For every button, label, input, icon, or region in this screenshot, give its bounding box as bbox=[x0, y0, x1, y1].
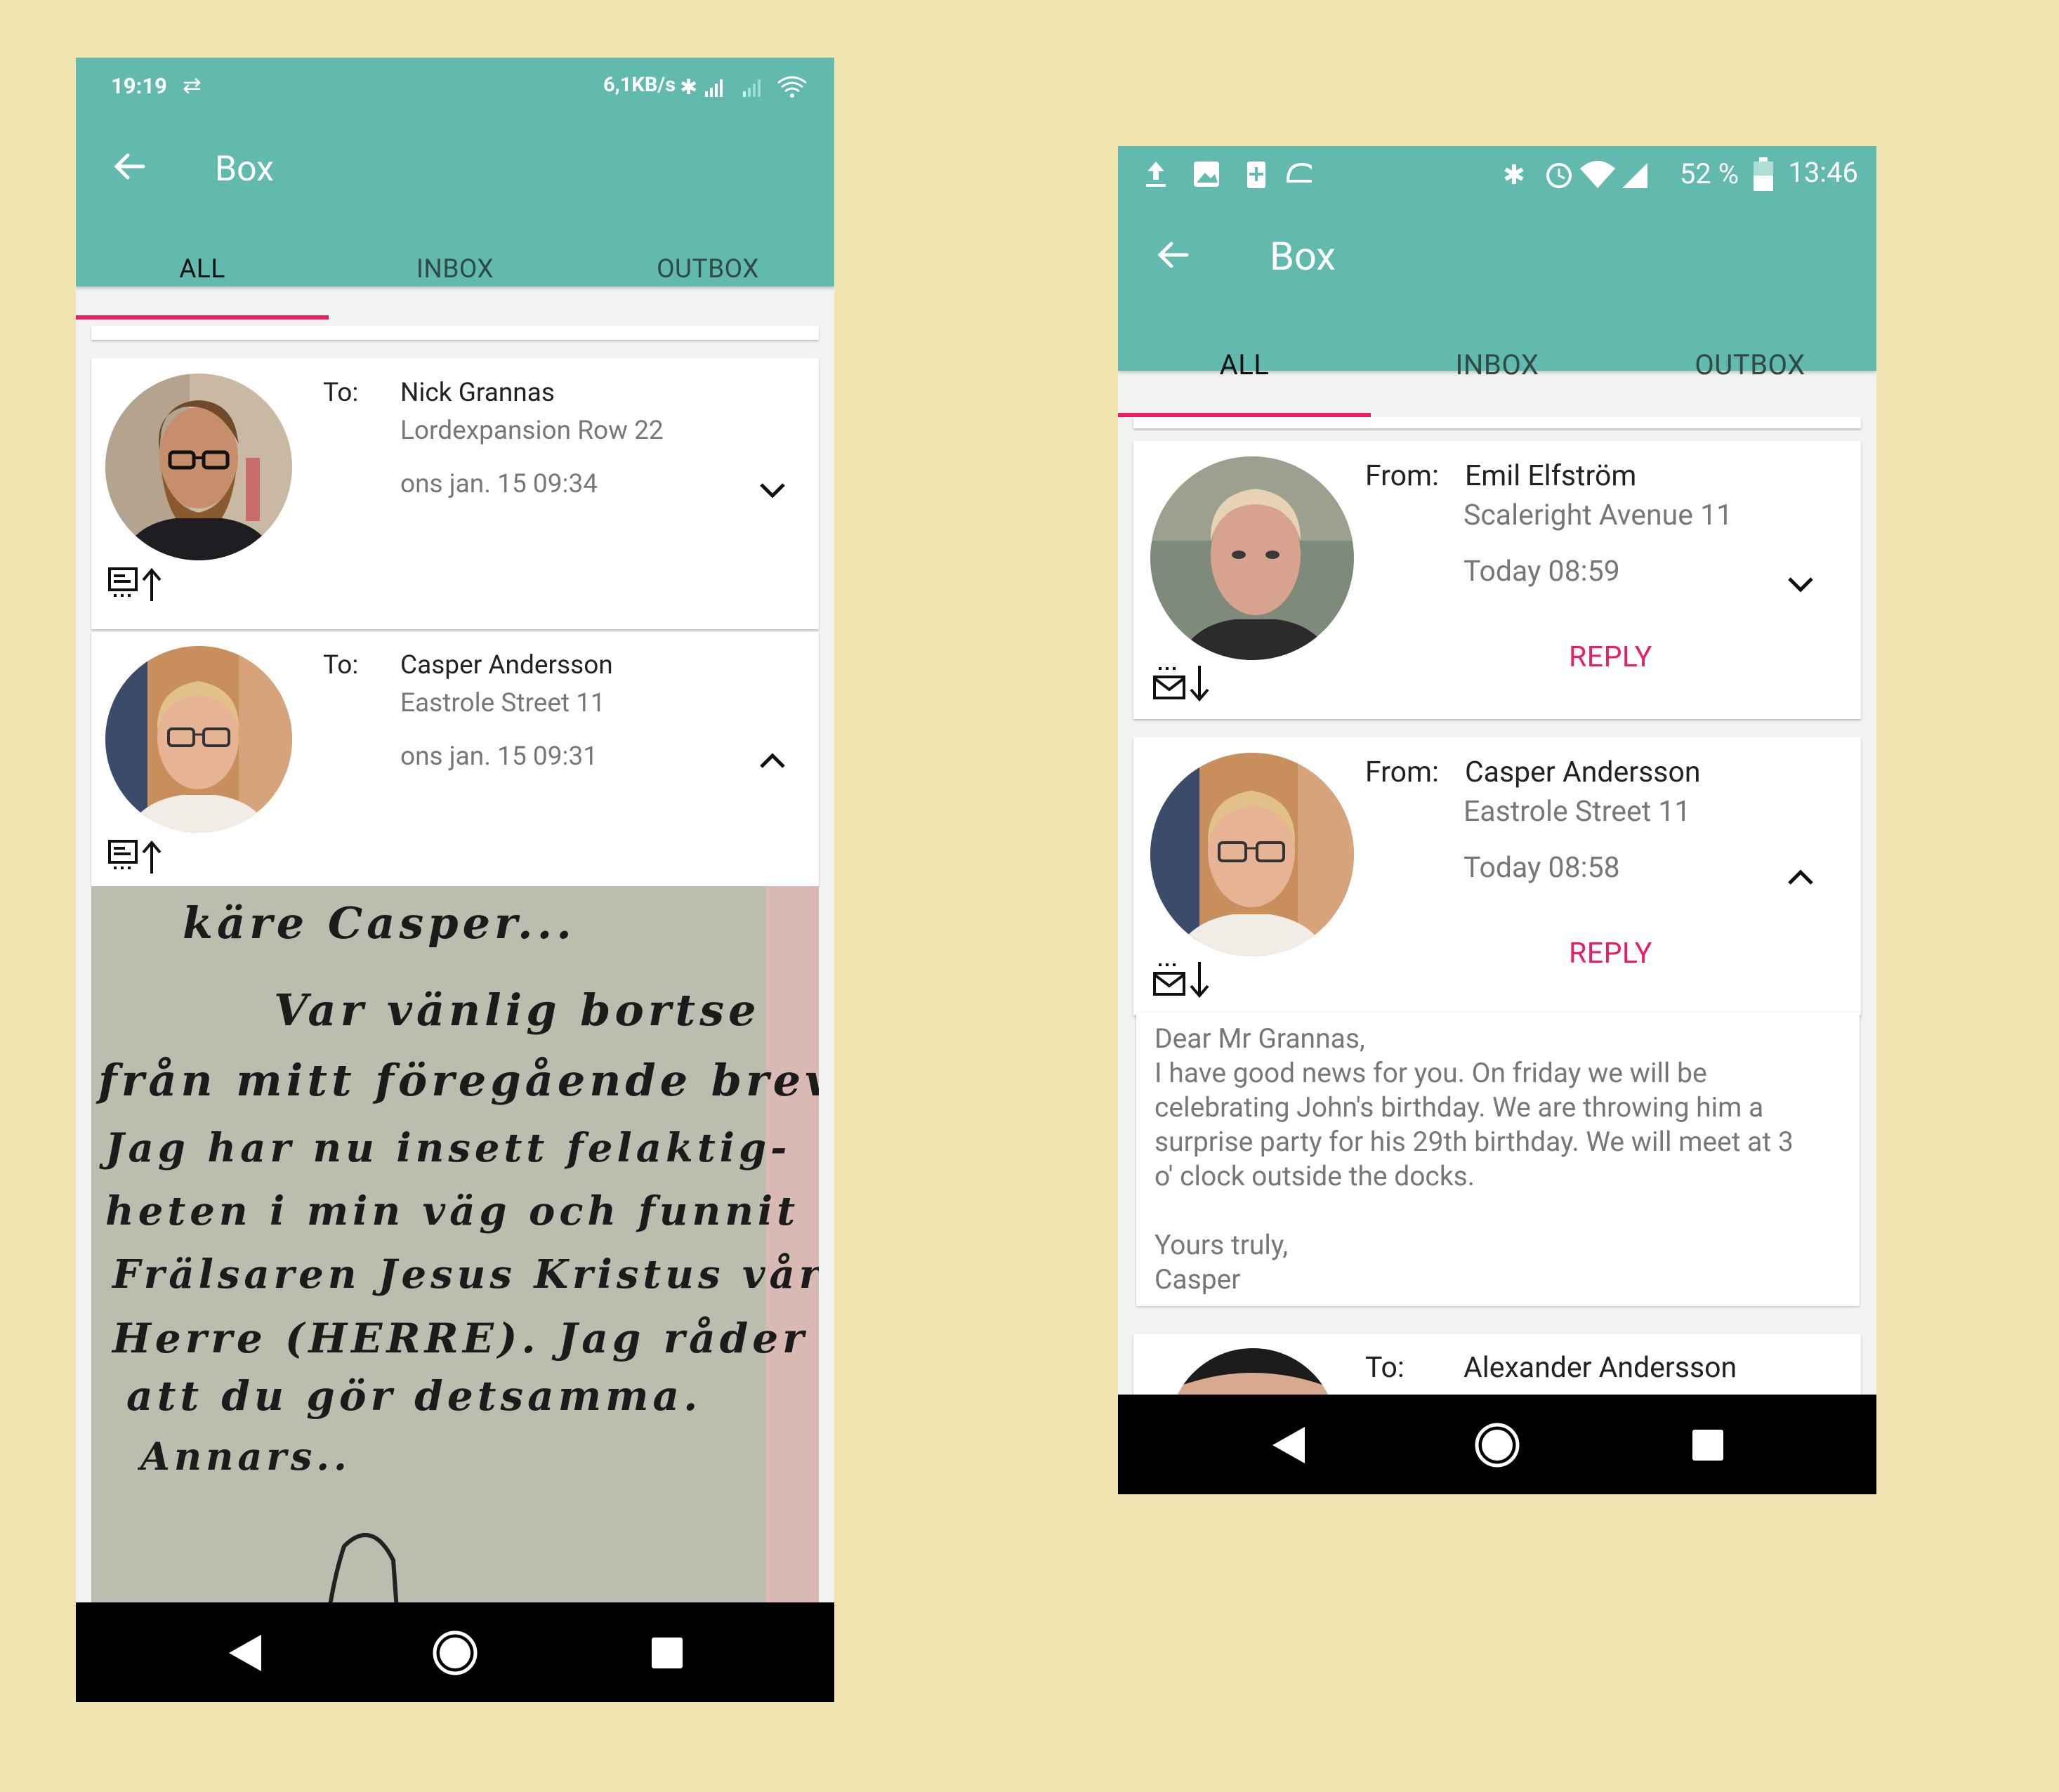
page-title: Box bbox=[215, 149, 274, 190]
home-nav-icon[interactable] bbox=[1473, 1421, 1521, 1469]
letter-line: Jag har nu insett felaktig- bbox=[105, 1125, 791, 1171]
back-arrow-icon[interactable] bbox=[1155, 236, 1192, 274]
chevron-up-icon[interactable] bbox=[758, 753, 787, 771]
direction-label: From: bbox=[1365, 756, 1439, 789]
message-line: Yours truly, bbox=[1155, 1229, 1288, 1261]
list-item[interactable]: From: Casper Andersson Eastrole Street 1… bbox=[1133, 737, 1861, 1015]
message-body: Dear Mr Grannas, I have good news for yo… bbox=[1136, 1013, 1860, 1306]
avatar bbox=[105, 374, 292, 560]
message-date: ons jan. 15 09:31 bbox=[400, 742, 598, 772]
letter-line: Herre (HERRE). Jag råder bbox=[112, 1315, 808, 1362]
sender-name: Casper Andersson bbox=[1465, 756, 1701, 789]
message-line: Casper bbox=[1155, 1263, 1241, 1296]
message-date: Today 08:58 bbox=[1463, 851, 1620, 885]
recents-nav-icon[interactable] bbox=[650, 1636, 684, 1670]
battery-icon bbox=[1754, 157, 1773, 191]
notification-icons bbox=[1146, 162, 1312, 188]
message-line: I have good news for you. On friday we w… bbox=[1155, 1057, 1707, 1089]
avatar bbox=[1150, 456, 1354, 660]
avatar bbox=[105, 646, 292, 833]
navigation-bar bbox=[1118, 1395, 1876, 1494]
chevron-down-icon[interactable] bbox=[758, 480, 787, 499]
sender-address: Eastrole Street 11 bbox=[1463, 795, 1691, 829]
signal-wifi-icons: ✱ bbox=[680, 75, 806, 100]
message-line: celebrating John's birthday. We are thro… bbox=[1155, 1091, 1764, 1124]
svg-text:✱: ✱ bbox=[680, 75, 697, 100]
status-time: 13:46 bbox=[1788, 156, 1858, 189]
direction-label: From: bbox=[1365, 459, 1439, 493]
chevron-up-icon[interactable] bbox=[1787, 869, 1815, 888]
message-date: Today 08:59 bbox=[1463, 555, 1620, 588]
reply-button[interactable]: REPLY bbox=[1569, 640, 1652, 674]
message-line: o' clock outside the docks. bbox=[1155, 1160, 1475, 1192]
sync-icon: ⇄ bbox=[183, 72, 202, 98]
recipient-address: Lordexpansion Row 22 bbox=[400, 416, 664, 446]
left-phone-screen: 19:19 ⇄ 6,1KB/s ✱ Box ALL INBOX OUTBOX T… bbox=[76, 58, 834, 1702]
direction-label: To: bbox=[1365, 1351, 1405, 1385]
letter-image: käre Casper... Var vänlig bortse från mi… bbox=[91, 886, 819, 1659]
received-mail-icon bbox=[1153, 962, 1209, 999]
list-item[interactable]: From: Emil Elfström Scaleright Avenue 11… bbox=[1133, 441, 1861, 719]
direction-label: To: bbox=[323, 650, 359, 680]
letter-line: käre Casper... bbox=[183, 897, 576, 949]
tab-outbox[interactable]: OUTBOX bbox=[581, 254, 834, 284]
reply-button[interactable]: REPLY bbox=[1569, 937, 1652, 970]
sender-address: Scaleright Avenue 11 bbox=[1463, 499, 1733, 532]
back-nav-icon[interactable] bbox=[225, 1632, 264, 1674]
status-bar: ✱ 52 % 13:46 bbox=[1118, 146, 1876, 202]
list-item-partial bbox=[91, 326, 819, 340]
letter-line: Var vänlig bortse bbox=[274, 984, 761, 1036]
recipient-address: Eastrole Street 11 bbox=[400, 688, 605, 718]
back-nav-icon[interactable] bbox=[1268, 1424, 1308, 1466]
message-line: Dear Mr Grannas, bbox=[1155, 1022, 1365, 1055]
sent-letter-icon bbox=[108, 840, 162, 874]
list-item[interactable]: To: Nick Grannas Lordexpansion Row 22 on… bbox=[91, 358, 819, 629]
network-rate: 6,1KB/s bbox=[603, 73, 676, 97]
message-line: surprise party for his 29th birthday. We… bbox=[1155, 1126, 1794, 1158]
chevron-down-icon[interactable] bbox=[1787, 574, 1815, 593]
tab-inbox[interactable]: INBOX bbox=[329, 254, 581, 284]
navigation-bar bbox=[76, 1602, 834, 1702]
letter-line: från mitt föregående brev. bbox=[98, 1055, 819, 1106]
status-bar: 19:19 ⇄ 6,1KB/s ✱ bbox=[76, 58, 834, 121]
home-nav-icon[interactable] bbox=[431, 1629, 479, 1677]
letter-line: Frälsaren Jesus Kristus vår bbox=[112, 1251, 819, 1298]
recents-nav-icon[interactable] bbox=[1691, 1428, 1725, 1462]
status-time: 19:19 bbox=[111, 73, 167, 99]
sender-name: Emil Elfström bbox=[1465, 459, 1637, 493]
page-title: Box bbox=[1270, 233, 1336, 279]
back-arrow-icon[interactable] bbox=[111, 147, 149, 185]
message-date: ons jan. 15 09:34 bbox=[400, 469, 598, 499]
battery-percent: 52 % bbox=[1679, 157, 1739, 190]
recipient-name: Casper Andersson bbox=[400, 650, 613, 680]
app-bar bbox=[1118, 202, 1876, 371]
letter-line: Annars.. bbox=[140, 1434, 351, 1479]
direction-label: To: bbox=[323, 378, 359, 408]
letter-line: att du gör detsamma. bbox=[126, 1372, 702, 1420]
tab-inbox[interactable]: INBOX bbox=[1371, 348, 1624, 381]
recipient-name: Nick Grannas bbox=[400, 378, 555, 408]
tab-all[interactable]: ALL bbox=[76, 254, 329, 284]
tab-indicator bbox=[76, 315, 329, 319]
tab-all[interactable]: ALL bbox=[1118, 348, 1371, 381]
system-status-icons: ✱ bbox=[1503, 159, 1647, 190]
list-item-partial bbox=[1133, 417, 1861, 428]
avatar bbox=[1150, 753, 1354, 956]
received-mail-icon bbox=[1153, 666, 1209, 702]
tab-outbox[interactable]: OUTBOX bbox=[1624, 348, 1876, 381]
recipient-name: Alexander Andersson bbox=[1463, 1351, 1737, 1385]
list-item[interactable]: To: Casper Andersson Eastrole Street 11 … bbox=[91, 632, 819, 886]
right-phone-screen: ✱ 52 % 13:46 Box ALL INBOX OUTBOX From: … bbox=[1118, 146, 1876, 1494]
sent-letter-icon bbox=[108, 567, 162, 601]
letter-line: heten i min väg och funnit bbox=[105, 1188, 800, 1234]
svg-text:✱: ✱ bbox=[1503, 159, 1525, 190]
